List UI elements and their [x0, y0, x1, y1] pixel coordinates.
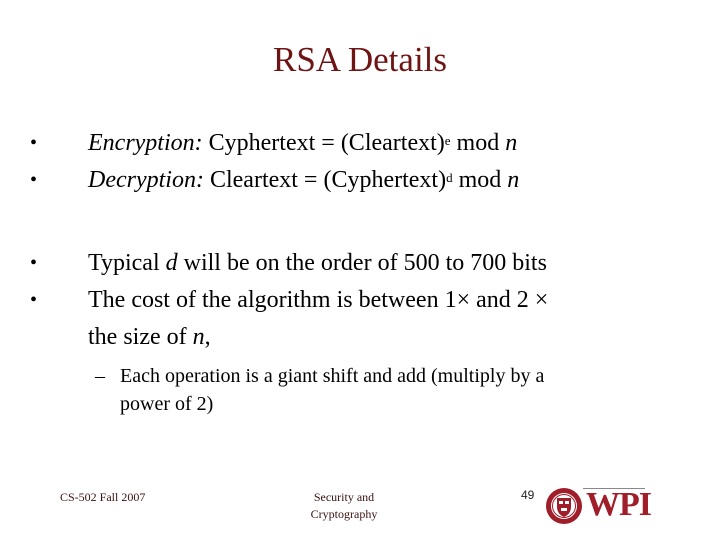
footer-topic-line1: Security and [313, 490, 375, 504]
sub-bullet-line1: Each operation is a giant shift and add … [120, 365, 545, 387]
bullet-marker: • [30, 252, 38, 274]
encryption-label: Encryption: [88, 130, 203, 156]
footer-topic-line2: Cryptography [310, 507, 378, 521]
bullet-text: will be on the order of 500 to 700 bits [177, 250, 547, 276]
modulus-var: n [505, 130, 518, 156]
bullet-text-line1: The cost of the algorithm is between 1× … [88, 287, 549, 313]
exponent-d: d [446, 170, 453, 185]
bullet-marker: • [30, 289, 38, 311]
footer-topic: Security and Cryptography [290, 489, 398, 523]
wpi-wordmark: WPI [586, 486, 652, 523]
mod-text: mod [452, 167, 508, 193]
encryption-formula: Cyphertext = (Cleartext) [202, 130, 445, 156]
sub-bullet-marker: – [95, 365, 105, 387]
bullet-text-line2: the size of n, [88, 322, 211, 352]
bullet-marker: • [30, 132, 38, 154]
sub-bullet-line2: power of 2) [120, 393, 214, 415]
bullet-text: , [204, 324, 211, 350]
slide-title: RSA Details [272, 40, 448, 79]
bullet-marker: • [30, 169, 38, 191]
bullet-text: Typical [88, 250, 166, 276]
modulus-var: n [507, 167, 520, 193]
var-d: d [165, 250, 178, 276]
footer-course: CS-502 Fall 2007 [60, 490, 146, 504]
decryption-formula: Cleartext = (Cyphertext) [203, 167, 447, 193]
decryption-label: Decryption: [88, 167, 204, 193]
exponent-e: e [444, 133, 451, 148]
page-number: 49 [521, 488, 535, 502]
bullet-text: the size of [88, 324, 193, 350]
wpi-seal-icon [546, 488, 582, 524]
var-n: n [192, 324, 205, 350]
mod-text: mod [450, 130, 506, 156]
